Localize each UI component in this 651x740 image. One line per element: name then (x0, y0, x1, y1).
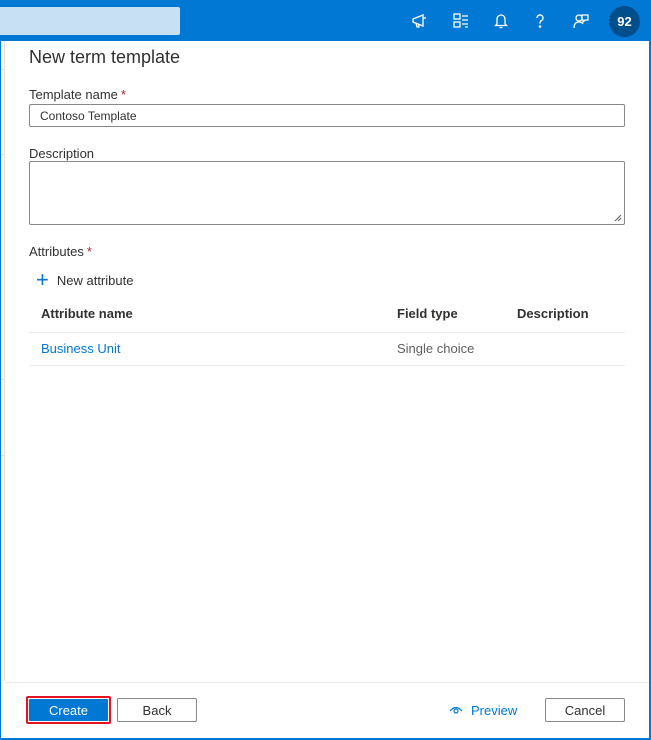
avatar[interactable]: 92 (609, 6, 640, 37)
attributes-label: Attributes * (29, 244, 92, 259)
row-divider (29, 365, 625, 366)
bell-icon[interactable] (488, 8, 514, 34)
back-button[interactable]: Back (117, 698, 197, 722)
attribute-field-type: Single choice (397, 341, 475, 356)
create-button[interactable]: Create (26, 696, 111, 724)
attribute-name-link[interactable]: Business Unit (41, 341, 120, 356)
feedback-icon[interactable] (568, 8, 594, 34)
create-button-label: Create (29, 699, 108, 721)
top-bar: 92 (0, 0, 651, 41)
description-label: Description (29, 146, 95, 161)
preview-button[interactable]: Preview (449, 701, 517, 719)
eye-icon (449, 706, 463, 714)
required-marker: * (120, 87, 126, 102)
new-attribute-label: New attribute (56, 272, 134, 288)
footer-divider (5, 682, 649, 683)
required-marker: * (86, 244, 92, 259)
attributes-label-text: Attributes (29, 244, 84, 259)
plus-icon: + (36, 267, 49, 292)
cancel-button[interactable]: Cancel (545, 698, 625, 722)
avatar-initials: 92 (617, 14, 632, 29)
search-box[interactable] (0, 7, 180, 35)
template-name-input[interactable] (29, 104, 625, 127)
column-header-description[interactable]: Description (517, 306, 589, 321)
preview-label: Preview (471, 702, 518, 718)
header-divider (29, 332, 625, 333)
panel-border (0, 41, 651, 740)
new-attribute-button[interactable]: + New attribute (36, 269, 133, 291)
panel-title: New term template (29, 47, 181, 67)
description-textarea[interactable] (29, 161, 625, 225)
template-name-label: Template name * (29, 87, 126, 102)
switch-directory-icon[interactable] (448, 8, 474, 34)
background-page (0, 41, 5, 681)
resize-grip-icon[interactable] (614, 214, 622, 222)
column-header-field-type[interactable]: Field type (397, 306, 458, 321)
megaphone-icon[interactable] (407, 8, 433, 34)
column-header-attribute-name[interactable]: Attribute name (41, 306, 133, 321)
template-name-label-text: Template name (29, 87, 118, 102)
help-icon[interactable] (527, 8, 553, 34)
